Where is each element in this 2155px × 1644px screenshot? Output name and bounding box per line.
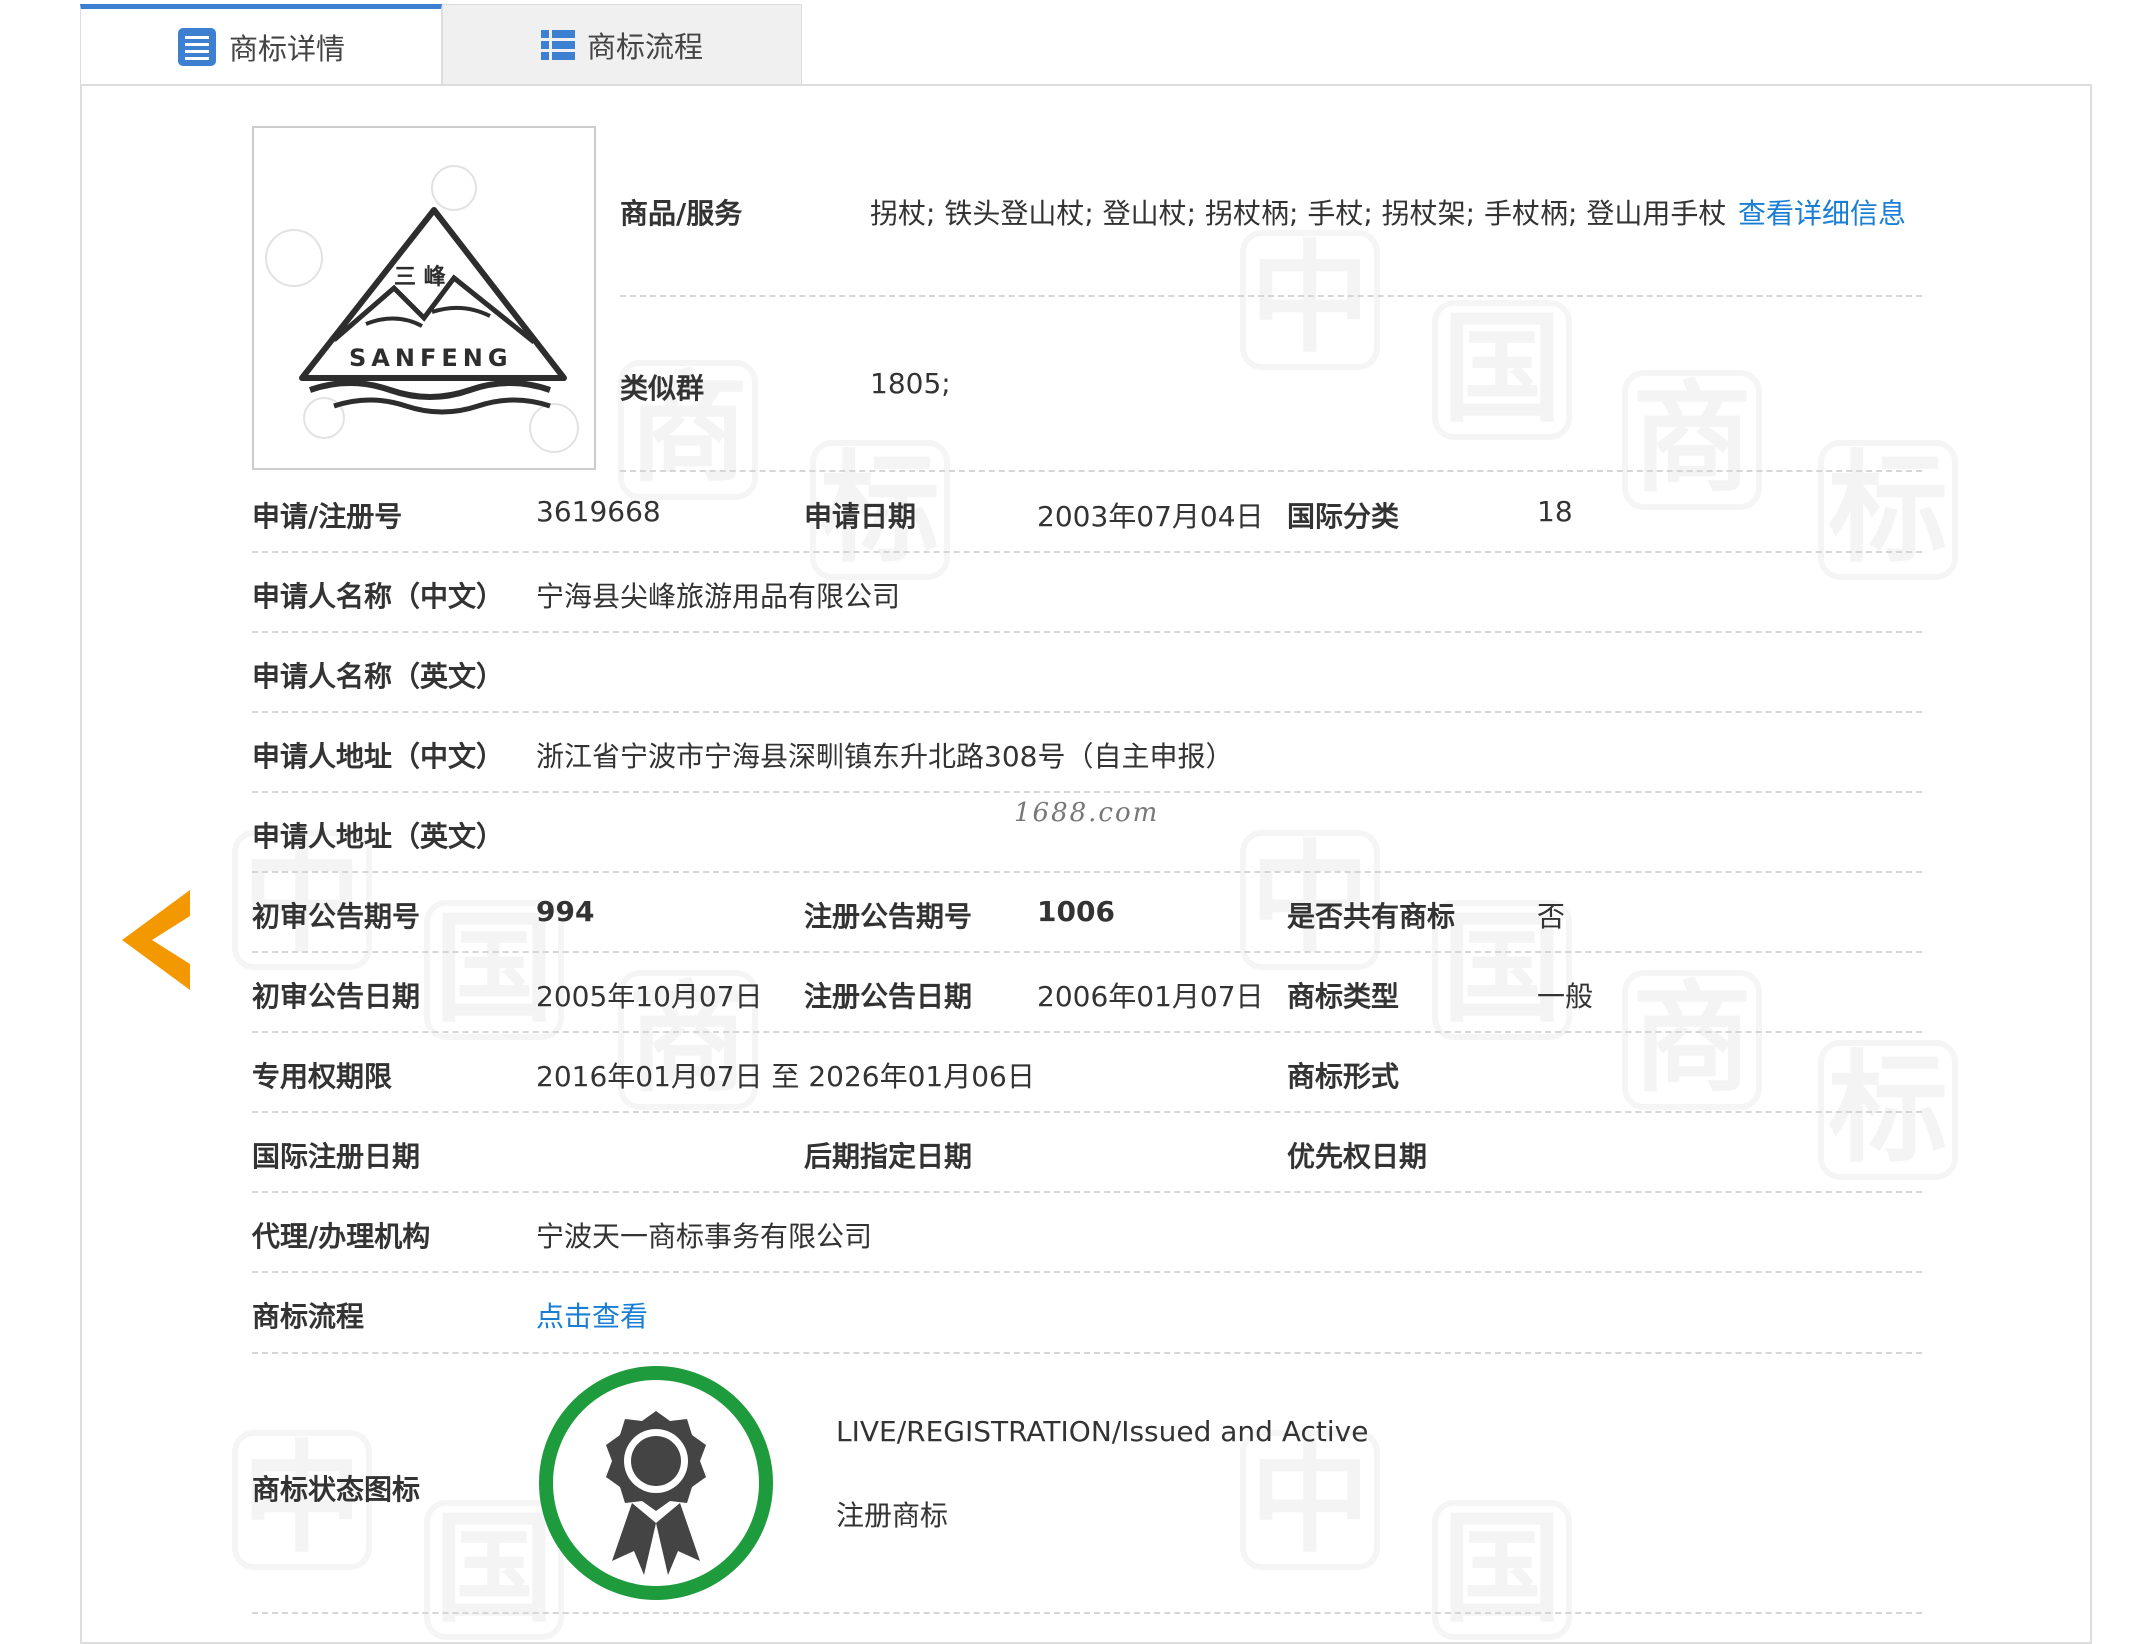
row-divider: [252, 711, 1922, 713]
term-label: 专用权期限: [252, 1060, 393, 1093]
reg-issue-label: 注册公告期号: [804, 900, 973, 933]
later-date-label: 后期指定日期: [804, 1140, 973, 1173]
goods-label: 商品/服务: [620, 197, 743, 230]
address-en-label: 申请人地址（英文）: [252, 820, 505, 853]
apply-date-label: 申请日期: [804, 500, 917, 533]
type-label: 商标类型: [1287, 980, 1400, 1013]
registered-badge-icon: [536, 1363, 776, 1607]
priority-date-label: 优先权日期: [1287, 1140, 1428, 1173]
reg-no-label: 申请/注册号: [252, 500, 403, 533]
row-divider: [620, 295, 1922, 297]
intl-class-label: 国际分类: [1287, 500, 1400, 533]
row-divider: [252, 951, 1922, 953]
agent-label: 代理/办理机构: [252, 1220, 431, 1253]
similar-group-label: 类似群: [620, 372, 705, 405]
status-en: LIVE/REGISTRATION/Issued and Active: [836, 1415, 1369, 1448]
row-divider: [252, 1191, 1922, 1193]
applicant-cn-value: 宁海县尖峰旅游用品有限公司: [536, 580, 901, 613]
shared-label: 是否共有商标: [1287, 900, 1456, 933]
applicant-cn-label: 申请人名称（中文）: [252, 580, 505, 613]
prelim-issue-label: 初审公告期号: [252, 900, 421, 933]
term-value: 2016年01月07日 至 2026年01月06日: [536, 1060, 1035, 1093]
prelim-date-label: 初审公告日期: [252, 980, 421, 1013]
apply-date-value: 2003年07月04日: [1037, 500, 1264, 533]
status-cn: 注册商标: [836, 1499, 949, 1532]
row-divider: [252, 1031, 1922, 1033]
row-divider: [252, 631, 1922, 633]
logo-english-text: SANFENG: [349, 344, 513, 372]
logo-chinese-text: 三 峰: [394, 265, 447, 290]
previous-arrow-icon[interactable]: [122, 890, 190, 994]
intl-reg-date-label: 国际注册日期: [252, 1140, 421, 1173]
site-watermark: 1688.com: [1014, 798, 1160, 828]
view-process-link[interactable]: 点击查看: [536, 1295, 648, 1335]
process-label: 商标流程: [252, 1300, 365, 1333]
trademark-image: 三 峰 SANFENG: [252, 126, 596, 470]
address-cn-label: 申请人地址（中文）: [252, 740, 505, 773]
applicant-en-label: 申请人名称（英文）: [252, 660, 505, 693]
status-label: 商标状态图标: [252, 1473, 421, 1506]
reg-no-value: 3619668: [536, 495, 661, 528]
tab-label: 商标详情: [228, 31, 345, 66]
row-divider: [252, 1111, 1922, 1113]
shared-value: 否: [1537, 900, 1566, 933]
tab-trademark-process[interactable]: 商标流程: [442, 4, 802, 84]
row-divider: [252, 1352, 1922, 1354]
tab-label: 商标流程: [586, 29, 703, 64]
grid-list-icon: [540, 29, 575, 61]
row-divider: [252, 871, 1922, 873]
similar-group-value: 1805;: [870, 367, 951, 400]
row-divider: [252, 551, 1922, 553]
intl-class-value: 18: [1537, 495, 1573, 528]
tab-trademark-details[interactable]: 商标详情: [80, 4, 442, 84]
prelim-issue-value: 994: [536, 895, 595, 928]
reg-date-label: 注册公告日期: [804, 980, 973, 1013]
row-divider: [252, 1612, 1922, 1614]
prelim-date-value: 2005年10月07日: [536, 980, 763, 1013]
reg-date-value: 2006年01月07日: [1037, 980, 1264, 1013]
type-value: 一般: [1537, 980, 1594, 1013]
row-divider: [252, 1271, 1922, 1273]
view-details-link[interactable]: 查看详细信息: [1738, 192, 1906, 232]
reg-issue-value: 1006: [1037, 895, 1115, 928]
form-label: 商标形式: [1287, 1060, 1400, 1093]
row-divider: [620, 470, 1922, 472]
goods-value: 拐杖; 铁头登山杖; 登山杖; 拐杖柄; 手杖; 拐杖架; 手杖柄; 登山用手杖: [870, 197, 1727, 230]
address-cn-value: 浙江省宁波市宁海县深甽镇东升北路308号（自主申报）: [536, 740, 1234, 773]
list-icon: [177, 27, 217, 67]
row-divider: [252, 791, 1922, 793]
agent-value: 宁波天一商标事务有限公司: [536, 1220, 873, 1253]
